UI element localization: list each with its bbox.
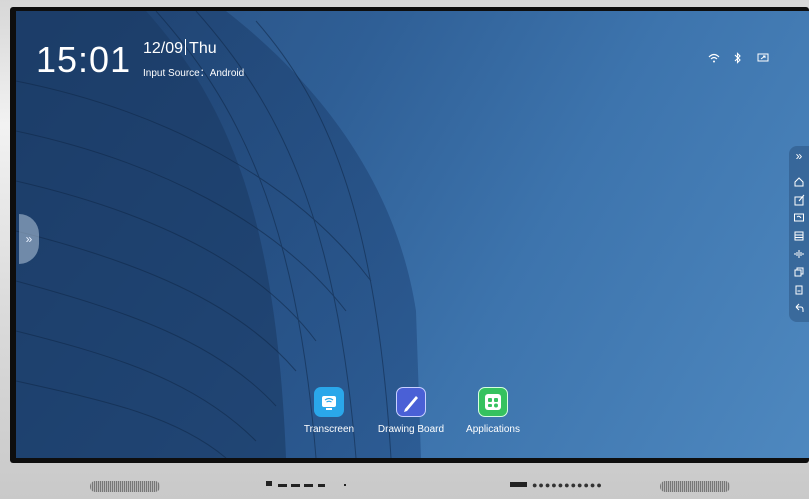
date-value: 12/09 (143, 40, 184, 57)
front-port (344, 484, 346, 486)
right-speaker-grille (660, 481, 730, 492)
home-icon[interactable] (793, 176, 805, 188)
dock-app-transcreen[interactable]: Transcreen (284, 387, 374, 435)
floating-toolbar: » (789, 146, 809, 322)
dock-app-drawing-board[interactable]: Drawing Board (366, 387, 456, 435)
note-icon[interactable] (793, 194, 805, 206)
wifi-icon[interactable] (706, 50, 722, 66)
whiteboard-icon[interactable] (793, 212, 805, 224)
front-port (278, 484, 287, 487)
display-device: 15:01 12/09 Thu Input Source：Android » » (0, 0, 809, 499)
dock-label: Drawing Board (377, 424, 445, 435)
front-port (266, 481, 272, 486)
ir-receiver (510, 482, 527, 487)
button-row: ●●●●●●●●●●● (532, 480, 603, 490)
transcreen-icon (314, 387, 344, 417)
menu-icon[interactable] (793, 230, 805, 242)
screen-cast-icon[interactable] (755, 50, 771, 66)
back-icon[interactable] (793, 302, 805, 314)
left-speaker-grille (90, 481, 160, 492)
front-port (291, 484, 300, 487)
front-port (304, 484, 313, 487)
home-screen: 15:01 12/09 Thu Input Source：Android » » (16, 11, 809, 458)
input-source-label: Input Source：Android (143, 68, 245, 79)
signal-icon[interactable] (793, 248, 805, 260)
drawing-board-icon (396, 387, 426, 417)
dock-label: Applications (466, 424, 520, 435)
double-chevron-right-icon: » (25, 232, 33, 246)
front-port (318, 484, 325, 487)
screenshot-icon[interactable] (793, 284, 805, 296)
dock-app-applications[interactable]: Applications (448, 387, 538, 435)
windows-icon[interactable] (793, 266, 805, 278)
toolbar-collapse-icon[interactable]: » (793, 150, 805, 162)
dock-label: Transcreen (303, 424, 355, 435)
weekday-value: Thu (189, 40, 217, 57)
date-display: 12/09 Thu (143, 39, 217, 58)
bluetooth-icon[interactable] (730, 50, 746, 66)
applications-icon (478, 387, 508, 417)
date-separator (185, 39, 187, 55)
clock-time: 15:01 (36, 39, 132, 80)
